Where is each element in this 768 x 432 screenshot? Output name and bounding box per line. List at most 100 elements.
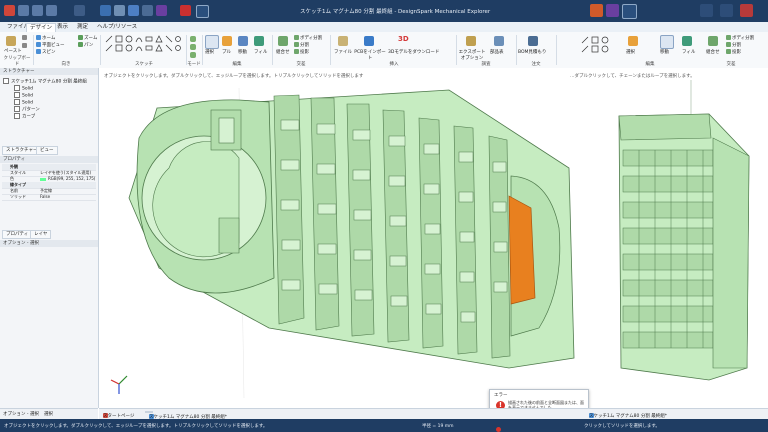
tab-document[interactable]: スケッチ1ム マグナム80 分割 最終組* [145, 411, 227, 420]
zoom-button[interactable]: ズーム [78, 35, 97, 41]
pcb-import-button[interactable]: PCBをインポート [354, 49, 386, 61]
ribbon: ペースト クリップボード ホーム 平面ビュー スピン ズーム パン 向き スケッ… [0, 32, 768, 69]
prop-solid[interactable]: ソリッド False [2, 194, 96, 201]
parts-list-button[interactable]: 部品表 [490, 49, 504, 55]
orient-group-label: 向き [61, 62, 71, 67]
pcb-import-icon[interactable] [364, 36, 374, 46]
tree-item-solid[interactable]: Solid [14, 85, 33, 92]
fill-button[interactable]: フィル [682, 49, 695, 55]
3d-download-button[interactable]: 3Dモデルをダウンロード [388, 49, 439, 55]
intersect-group-label: 交差 [296, 62, 306, 67]
bom-quote-button[interactable]: BOM見積もり [518, 49, 546, 55]
taskbar-app-icon[interactable] [114, 5, 125, 16]
tab-options[interactable]: オプション - 選択 [3, 411, 39, 417]
combine-icon[interactable] [278, 36, 288, 46]
projection-button[interactable]: 投影 [294, 49, 309, 55]
tree-item-curve[interactable]: カーブ [14, 113, 35, 120]
split-button[interactable]: 分割 [294, 42, 309, 48]
taskbar-app-icon[interactable] [156, 5, 167, 16]
split-body-button[interactable]: ボディ分割 [726, 35, 754, 41]
tab-measure[interactable]: 測定 [74, 23, 91, 31]
move-button[interactable]: 移動 [238, 49, 247, 55]
tab-view-panel[interactable]: ビュー [36, 146, 58, 155]
paste-icon[interactable] [6, 36, 16, 46]
fill-button[interactable]: フィル [254, 49, 267, 55]
minimize-icon[interactable] [700, 4, 713, 17]
3d-viewport[interactable] [99, 68, 768, 408]
3d-download-icon[interactable]: 3D [398, 35, 412, 45]
order-group-label: 注文 [531, 62, 541, 67]
fill-tool-icon[interactable] [682, 36, 692, 46]
main-grip-model[interactable] [128, 89, 575, 369]
pull-tool-icon[interactable] [628, 36, 638, 46]
tree-item-pattern[interactable]: パターン [14, 106, 40, 113]
sketch-tools[interactable] [104, 34, 184, 60]
highlighted-face[interactable] [508, 195, 536, 305]
taskbar-app-icon[interactable] [100, 5, 111, 16]
cut-button[interactable] [22, 35, 28, 41]
model-canvas[interactable] [99, 68, 768, 408]
fill-tool-icon[interactable] [254, 36, 264, 46]
combine-button[interactable]: 組合せ [276, 49, 290, 55]
title-bar: スケッチ1ム マグナム80 分割 最終組 - DesignSpark Mecha… [0, 0, 768, 22]
3d-mode-icon[interactable] [190, 52, 196, 58]
tab-select[interactable]: 選択 [44, 411, 53, 417]
projection-button[interactable]: 投影 [726, 49, 741, 55]
parts-list-icon[interactable] [494, 36, 504, 46]
pan-button[interactable]: パン [78, 42, 93, 48]
select-tool-icon[interactable] [205, 35, 219, 49]
tree-item-solid[interactable]: Solid [14, 92, 33, 99]
redo-icon[interactable] [46, 5, 57, 16]
sketch-mode-icon[interactable] [190, 36, 196, 42]
status-message-right: クリックしてソリッドを選択します。 [584, 424, 660, 429]
export-options-button[interactable]: エクスポートオプション [458, 49, 486, 61]
copy-button[interactable] [22, 43, 28, 49]
split-button[interactable]: 分割 [726, 42, 741, 48]
export-icon[interactable] [466, 36, 476, 46]
sketch-tools-2[interactable] [580, 35, 616, 59]
tab-help[interactable]: ヘルプ/リソース [94, 23, 140, 31]
combine-button[interactable]: 組合せ [706, 49, 720, 55]
split-body-button[interactable]: ボディ分割 [294, 35, 322, 41]
tab-layers[interactable]: レイヤ [30, 230, 52, 239]
close-icon[interactable] [740, 4, 753, 17]
side-grip-model[interactable] [618, 113, 750, 381]
tab-view[interactable]: 表示 [54, 23, 71, 31]
cart-icon[interactable] [528, 36, 538, 46]
insert-file-icon[interactable] [338, 36, 348, 46]
home-button[interactable]: ホーム [36, 35, 55, 41]
taskbar-app-icon[interactable] [622, 4, 637, 19]
spin-button[interactable]: スピン [36, 49, 56, 55]
combine-icon[interactable] [708, 36, 718, 46]
insert-file-button[interactable]: ファイル [334, 49, 352, 55]
taskbar-app-icon[interactable] [606, 4, 619, 17]
taskbar-app-icon[interactable] [128, 5, 139, 16]
new-icon[interactable] [18, 5, 29, 16]
quick-access-icon[interactable] [74, 5, 85, 16]
section-mode-icon[interactable] [190, 44, 196, 50]
properties-header: プロパティ [0, 156, 98, 163]
plane-view-button[interactable]: 平面ビュー [36, 42, 65, 48]
taskbar-app-icon[interactable] [196, 5, 209, 18]
taskbar-app-icon[interactable] [180, 5, 191, 16]
paste-button[interactable]: ペースト [4, 48, 22, 54]
tab-design[interactable]: デザイン [26, 23, 57, 32]
left-panel: ストラクチャー スケッチ1ム マグナム80 分割 最終組 Solid Solid… [0, 68, 99, 408]
edit-group-label: 編集 [232, 62, 242, 67]
pull-tool-icon[interactable] [222, 36, 232, 46]
select-button[interactable]: 選択 [205, 49, 214, 55]
tab-properties[interactable]: プロパティ [2, 230, 33, 239]
taskbar-app-icon[interactable] [590, 4, 603, 17]
undo-icon[interactable] [32, 5, 43, 16]
taskbar-app-icon[interactable] [142, 5, 153, 16]
edit-group-label: 編集 [645, 62, 655, 67]
select-button[interactable]: 選択 [626, 49, 635, 55]
move-tool-icon[interactable] [660, 35, 674, 49]
move-tool-icon[interactable] [238, 36, 248, 46]
structure-header: ストラクチャー [0, 68, 98, 75]
maximize-icon[interactable] [720, 4, 733, 17]
tree-item-solid[interactable]: Solid [14, 99, 33, 106]
pull-button[interactable]: プル [222, 49, 231, 55]
move-button[interactable]: 移動 [660, 49, 669, 55]
tree-root[interactable]: スケッチ1ム マグナム80 分割 最終組 [3, 78, 87, 85]
